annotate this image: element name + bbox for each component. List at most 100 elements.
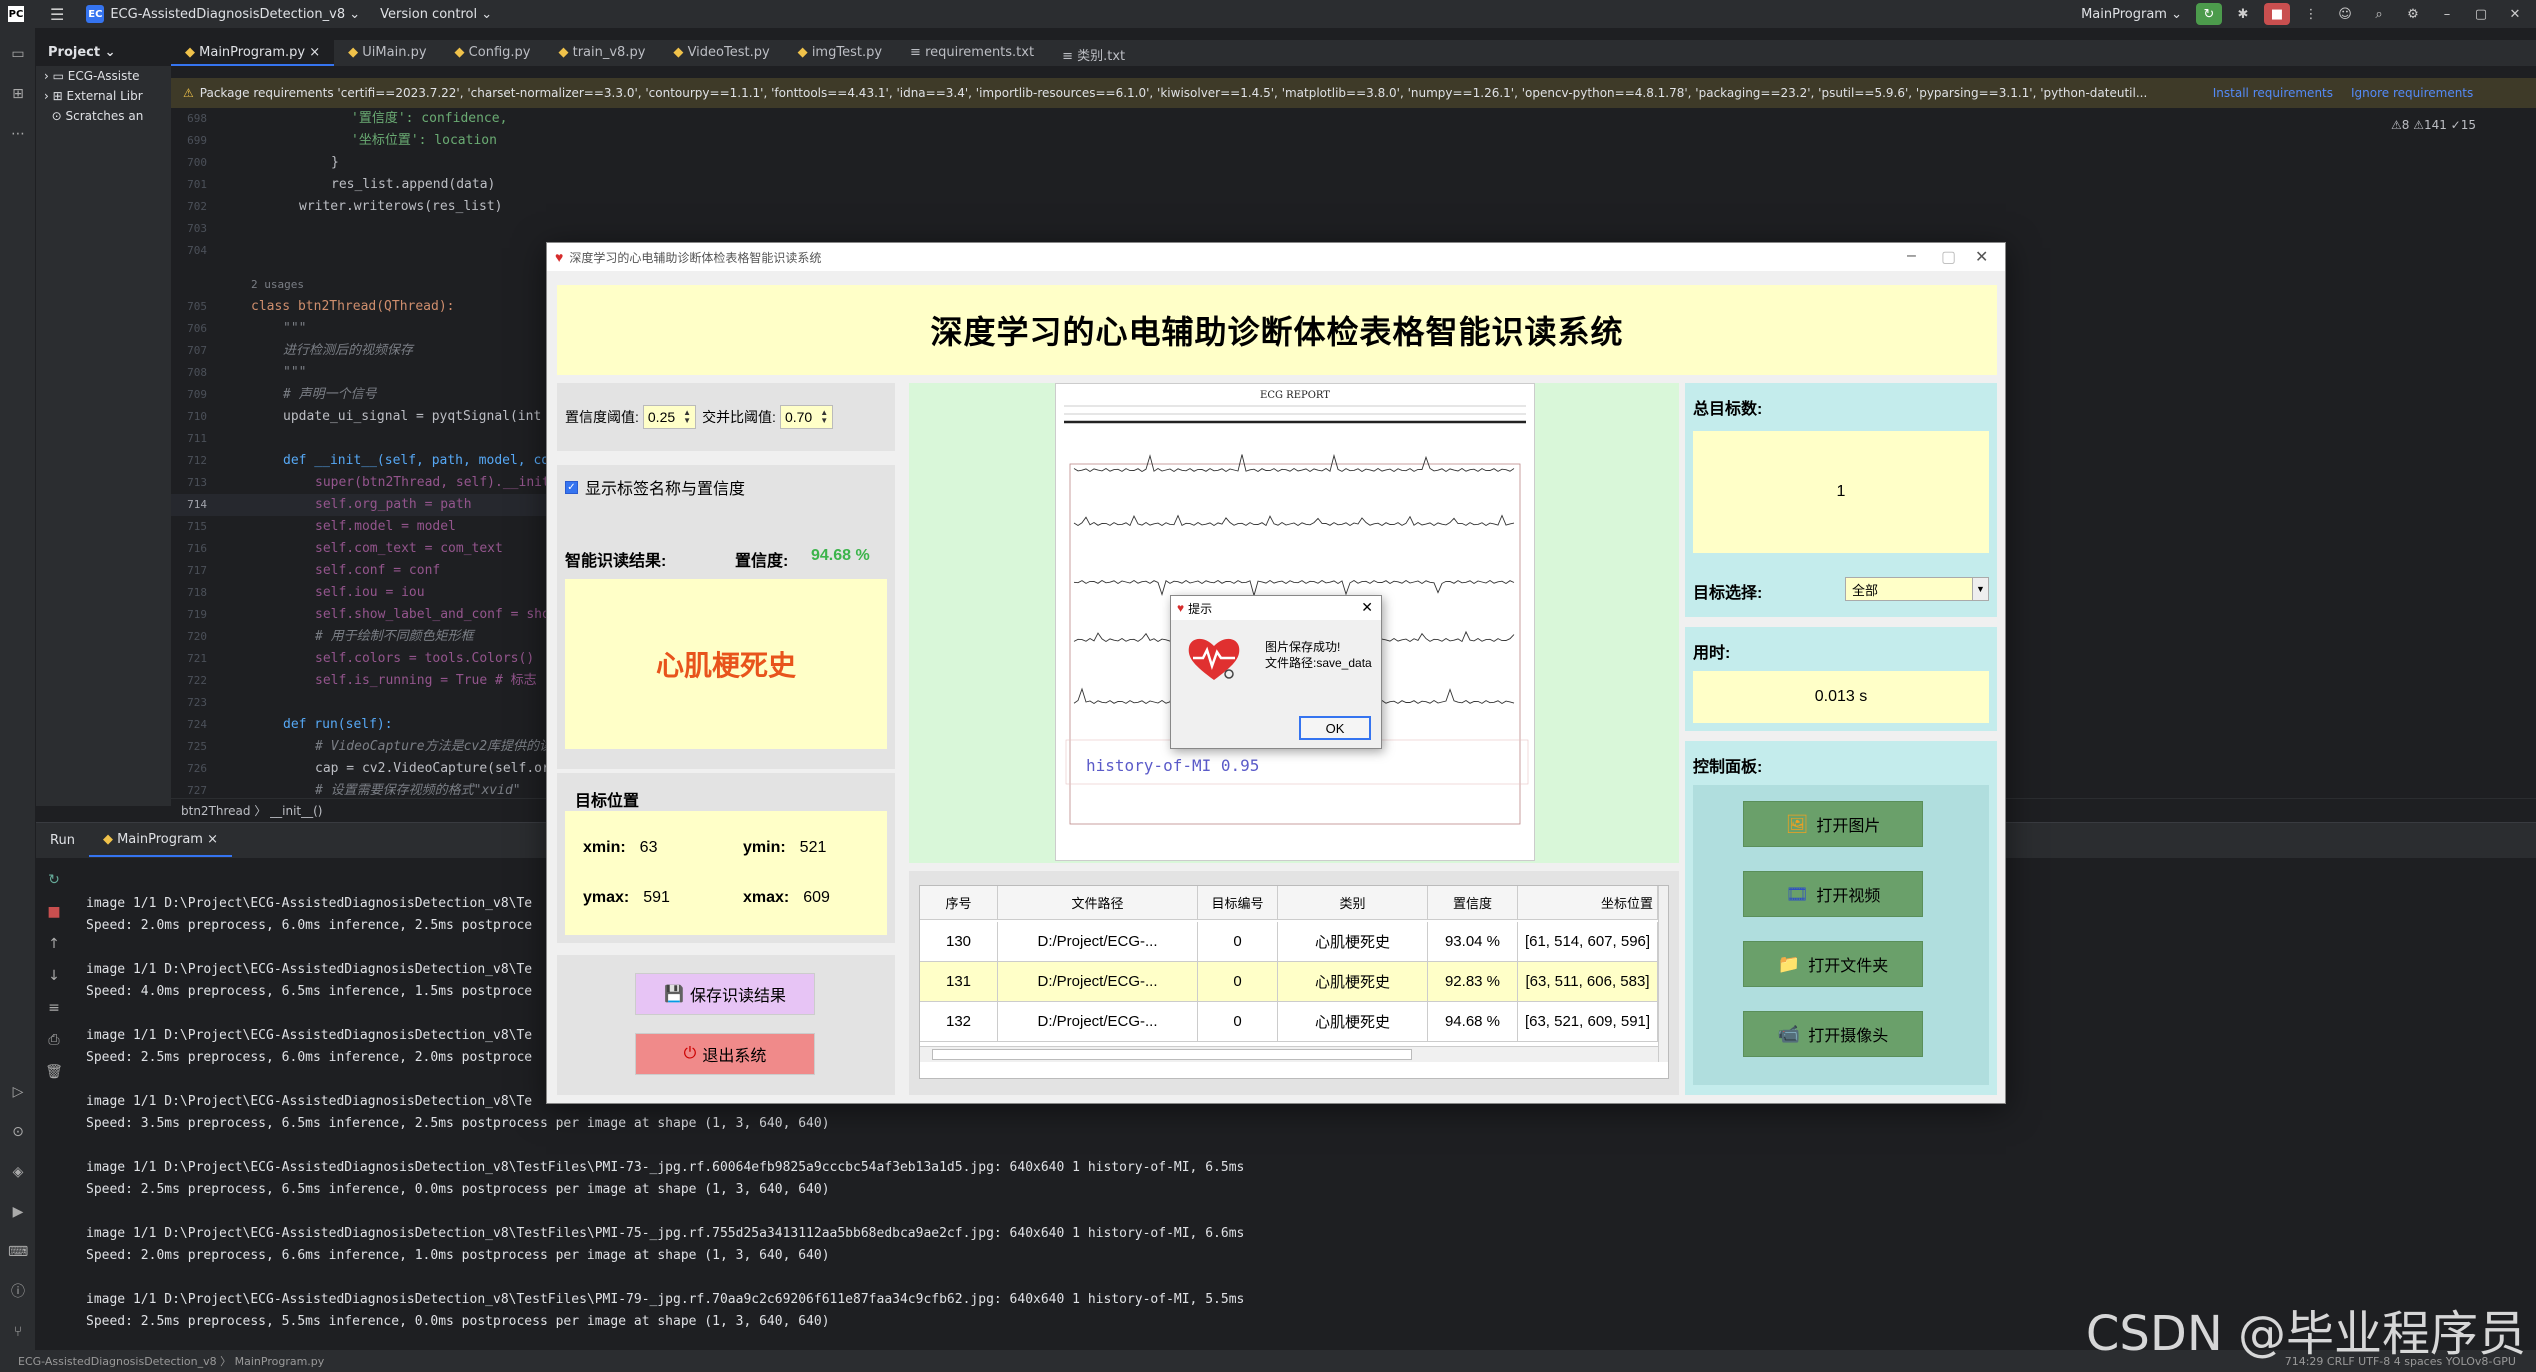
layers-icon[interactable]: ◈: [8, 1162, 28, 1182]
time-value: 0.013 s: [1693, 671, 1989, 723]
col-header-class[interactable]: 类别: [1278, 886, 1428, 919]
project-panel-header[interactable]: Project ⌄: [36, 40, 171, 66]
save-result-button[interactable]: 💾 保存识读结果: [635, 973, 815, 1015]
open-camera-button[interactable]: 📹 打开摄像头: [1743, 1011, 1923, 1057]
dialog-ok-button[interactable]: OK: [1299, 716, 1371, 740]
dialog-close-icon[interactable]: ✕: [1361, 599, 1373, 616]
git-icon[interactable]: ⑂: [8, 1322, 28, 1342]
results-table[interactable]: 序号 文件路径 目标编号 类别 置信度 坐标位置 130 D:/Project/…: [919, 885, 1669, 1079]
tree-item-external-libs[interactable]: › ⊞ External Libr: [36, 86, 171, 106]
main-menu-icon[interactable]: ☰: [50, 5, 64, 24]
control-buttons-area: 🖼 打开图片 🎞 打开视频 📁 打开文件夹 📹 打开摄像头: [1693, 785, 1989, 1085]
python-file-icon: ◆: [102, 832, 118, 847]
down-icon[interactable]: ↓: [44, 966, 64, 986]
tab-config[interactable]: ◆ Config.py: [441, 40, 545, 66]
col-header-position[interactable]: 坐标位置: [1518, 886, 1658, 919]
ignore-requirements-link[interactable]: Ignore requirements: [2351, 86, 2473, 100]
open-image-button[interactable]: 🖼 打开图片: [1743, 801, 1923, 847]
tab-uimain[interactable]: ◆ UiMain.py: [334, 40, 440, 66]
open-folder-button[interactable]: 📁 打开文件夹: [1743, 941, 1923, 987]
table-vertical-scrollbar[interactable]: [1658, 886, 1668, 1062]
tab-videotest[interactable]: ◆ VideoTest.py: [659, 40, 783, 66]
terminal-icon[interactable]: ⌨: [8, 1242, 28, 1262]
structure-icon[interactable]: ⊞: [8, 84, 28, 104]
col-header-target-id[interactable]: 目标编号: [1198, 886, 1278, 919]
app-maximize-icon[interactable]: ▢: [1941, 247, 1956, 267]
wrap-icon[interactable]: ≡: [44, 998, 64, 1018]
target-select[interactable]: 全部 ▼: [1845, 577, 1989, 601]
console-line: image 1/1 D:\Project\ECG-AssistedDiagnos…: [86, 1292, 1245, 1307]
usages-hint[interactable]: 2 usages: [171, 274, 304, 296]
user-icon[interactable]: ☺: [2332, 3, 2358, 25]
python-packages-icon[interactable]: ⊙: [8, 1122, 28, 1142]
maximize-icon[interactable]: ▢: [2468, 3, 2494, 25]
install-requirements-link[interactable]: Install requirements: [2213, 86, 2333, 100]
more-tools-icon[interactable]: ⋯: [8, 124, 28, 144]
table-row[interactable]: 131 D:/Project/ECG-... 0 心肌梗死史 92.83 % […: [920, 962, 1658, 1002]
run-config-tab[interactable]: ◆ MainProgram ×: [88, 824, 232, 857]
print-icon[interactable]: ⎙: [44, 1030, 64, 1050]
status-path[interactable]: ECG-AssistedDiagnosisDetection_v8 〉 Main…: [18, 1353, 324, 1369]
services-icon[interactable]: ▶: [8, 1202, 28, 1222]
search-icon[interactable]: ⌕: [2366, 3, 2392, 25]
problems-icon[interactable]: ⓘ: [8, 1282, 28, 1302]
scroll-thumb[interactable]: [932, 1049, 1412, 1060]
dropdown-arrow-icon[interactable]: ▼: [1972, 578, 1988, 600]
close-icon[interactable]: ✕: [2502, 3, 2528, 25]
table-row[interactable]: 130 D:/Project/ECG-... 0 心肌梗死史 93.04 % […: [920, 922, 1658, 962]
version-control-menu[interactable]: Version control ⌄: [380, 7, 492, 22]
code-line: 712 def __init__(self, path, model, co: [187, 453, 550, 468]
col-header-confidence[interactable]: 置信度: [1428, 886, 1518, 919]
spin-arrows-icon[interactable]: ▲ ▼: [683, 409, 691, 425]
dialog-message-2: 文件路径:save_data: [1265, 656, 1372, 670]
conf-threshold-spinbox[interactable]: 0.25 ▲ ▼: [642, 405, 697, 429]
stop-icon[interactable]: ■: [2264, 3, 2290, 25]
tree-item-scratches[interactable]: ⊙ Scratches an: [36, 106, 171, 126]
project-selector[interactable]: ECG-AssistedDiagnosisDetection_v8 ⌄: [110, 7, 360, 22]
run-tab[interactable]: Run: [36, 825, 89, 856]
tab-mainprogram[interactable]: ◆ MainProgram.py ×: [171, 40, 335, 66]
tree-item-project[interactable]: › ▭ ECG-Assiste: [36, 66, 171, 86]
rerun-icon[interactable]: ↻: [2196, 3, 2222, 25]
tab-requirements[interactable]: ≡ requirements.txt: [896, 40, 1048, 66]
folder-icon[interactable]: ▭: [8, 44, 28, 64]
exit-button[interactable]: ⏻ 退出系统: [635, 1033, 815, 1075]
tab-train[interactable]: ◆ train_v8.py: [544, 40, 659, 66]
console-line: Speed: 4.0ms preprocess, 6.5ms inference…: [86, 984, 533, 999]
col-header-index[interactable]: 序号: [920, 886, 998, 919]
tab-imgtest[interactable]: ◆ imgTest.py: [784, 40, 896, 66]
table-row[interactable]: 132 D:/Project/ECG-... 0 心肌梗死史 94.68 % […: [920, 1002, 1658, 1042]
table-horizontal-scrollbar[interactable]: [920, 1046, 1658, 1062]
settings-icon[interactable]: ⚙: [2400, 3, 2426, 25]
col-header-path[interactable]: 文件路径: [998, 886, 1198, 919]
inspection-widget[interactable]: ⚠8 ⚠141 ✓15: [2391, 118, 2476, 132]
rerun-icon[interactable]: ↻: [44, 870, 64, 890]
camera-icon: 📹: [1777, 1023, 1801, 1044]
up-icon[interactable]: ↑: [44, 934, 64, 954]
position-title: 目标位置: [575, 793, 640, 810]
app-close-icon[interactable]: ✕: [1975, 247, 1988, 267]
console-line: image 1/1 D:\Project\ECG-AssistedDiagnos…: [86, 962, 533, 977]
run-icon[interactable]: ▷: [8, 1082, 28, 1102]
iou-threshold-spinbox[interactable]: 0.70 ▲ ▼: [779, 405, 834, 429]
tab-classes[interactable]: ≡ 类别.txt: [1048, 40, 1139, 66]
app-minimize-icon[interactable]: –: [1907, 247, 1916, 265]
checkbox-checked-icon[interactable]: ✓: [565, 480, 578, 494]
control-panel: 控制面板: 🖼 打开图片 🎞 打开视频 📁 打开文件夹 📹 打开摄像头: [1685, 741, 1997, 1095]
stop-icon[interactable]: ■: [44, 902, 64, 922]
code-line: 719 self.show_label_and_conf = sho: [187, 607, 550, 622]
trash-icon[interactable]: 🗑: [44, 1062, 64, 1082]
debug-icon[interactable]: ✱: [2230, 3, 2256, 25]
minimize-icon[interactable]: –: [2434, 3, 2460, 25]
image-icon: 🖼: [1785, 813, 1809, 834]
run-config-selector[interactable]: MainProgram ⌄: [2081, 7, 2182, 22]
result-label: 智能识读结果:: [565, 553, 667, 570]
warning-icon: ⚠: [183, 86, 194, 100]
more-icon[interactable]: ⋮: [2298, 3, 2324, 25]
pycharm-logo-icon: PC: [8, 6, 24, 22]
open-video-button[interactable]: 🎞 打开视频: [1743, 871, 1923, 917]
dialog-title: 提示: [1188, 601, 1213, 616]
show-label-checkbox[interactable]: ✓ 显示标签名称与置信度: [565, 475, 745, 499]
spin-arrows-icon[interactable]: ▲ ▼: [820, 409, 828, 425]
app-heart-icon: ♥: [1177, 601, 1185, 615]
